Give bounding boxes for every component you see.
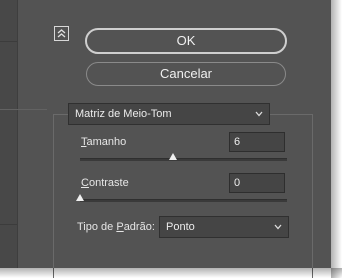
- size-slider-track[interactable]: [80, 158, 287, 161]
- strip-tick: [0, 224, 17, 225]
- contrast-slider-thumb[interactable]: [76, 194, 84, 201]
- cancel-button[interactable]: Cancelar: [86, 62, 286, 86]
- filter-options-panel: OK Cancelar Matriz de Meio-Tom Tamanho 6…: [0, 0, 331, 278]
- contrast-input[interactable]: 0: [229, 173, 285, 193]
- contrast-slider-track[interactable]: [80, 199, 287, 202]
- pattern-type-value: Ponto: [166, 221, 195, 233]
- collapse-up-icon[interactable]: [54, 26, 69, 41]
- size-slider-thumb[interactable]: [169, 153, 178, 160]
- size-label: Tamanho: [81, 136, 127, 148]
- chevron-down-icon: [255, 111, 263, 117]
- window-shadow-right: [331, 0, 342, 278]
- size-input[interactable]: 6: [229, 132, 285, 152]
- contrast-label: Contraste: [81, 177, 129, 189]
- strip-tick: [0, 41, 17, 42]
- window-shadow-bottom: [0, 268, 342, 278]
- pattern-type-dropdown[interactable]: Ponto: [159, 216, 289, 238]
- section-divider: [0, 109, 47, 110]
- strip-divider: [17, 0, 18, 268]
- pattern-type-label: Tipo de Padrão:: [77, 221, 155, 233]
- filter-type-dropdown[interactable]: Matriz de Meio-Tom: [68, 103, 270, 125]
- chevron-down-icon: [274, 224, 282, 230]
- ok-button[interactable]: OK: [85, 28, 287, 54]
- filter-type-value: Matriz de Meio-Tom: [75, 108, 172, 120]
